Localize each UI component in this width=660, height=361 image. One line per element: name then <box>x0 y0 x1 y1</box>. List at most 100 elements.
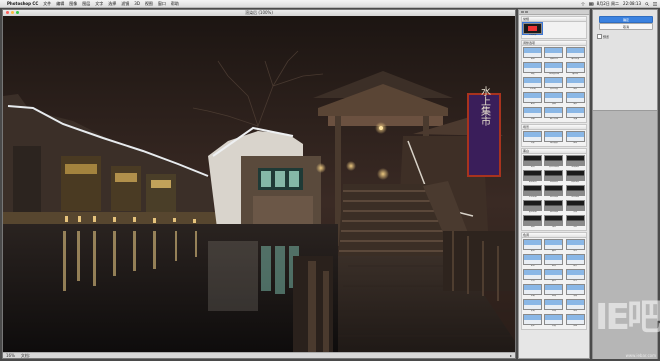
preset-tile[interactable]: 夕阳 <box>523 269 543 283</box>
ok-button[interactable]: 确定 <box>599 16 653 23</box>
menu-4[interactable]: 文字 <box>95 1 103 7</box>
preset-thumbnail[interactable] <box>565 77 585 88</box>
preset-tile[interactable]: 绿色滤镜 <box>565 185 585 199</box>
preset-thumbnail[interactable] <box>523 185 543 196</box>
preset-thumbnail[interactable] <box>565 239 585 250</box>
preset-thumbnail[interactable] <box>523 314 543 325</box>
preset-tile[interactable]: 蓝调 <box>544 284 564 298</box>
menu-5[interactable]: 选择 <box>108 1 116 7</box>
preset-thumbnail[interactable] <box>565 200 585 211</box>
search-icon[interactable] <box>645 1 649 6</box>
preset-tile[interactable]: 提亮 <box>523 47 543 61</box>
battery-icon[interactable] <box>588 2 594 6</box>
preset-tile[interactable]: 金色 <box>523 254 543 268</box>
preset-thumbnail[interactable] <box>544 269 564 280</box>
preset-thumbnail[interactable] <box>544 77 564 88</box>
preset-thumbnail[interactable] <box>565 155 585 166</box>
preset-tile[interactable]: 建筑 <box>565 131 585 145</box>
preset-tile[interactable]: 高调 <box>565 200 585 214</box>
preset-tile[interactable]: 青色 <box>523 239 543 253</box>
preset-thumbnail[interactable] <box>523 155 543 166</box>
status-arrow-icon[interactable]: ▸ <box>510 353 512 358</box>
preset-thumbnail[interactable] <box>544 107 564 118</box>
document-info[interactable]: 文档: <box>21 353 30 359</box>
preset-tile[interactable]: 红色滤镜 <box>523 185 543 199</box>
preset-thumbnail[interactable] <box>544 131 564 142</box>
zoom-level[interactable]: 16% <box>6 353 15 358</box>
preset-tile[interactable]: 风景 <box>523 131 543 145</box>
preset-tile[interactable]: 晨光 <box>544 269 564 283</box>
menu-2[interactable]: 图像 <box>69 1 77 7</box>
checkbox-box[interactable] <box>597 34 602 39</box>
preset-thumbnail[interactable] <box>523 215 543 226</box>
preset-thumbnail[interactable] <box>565 170 585 181</box>
menu-6[interactable]: 滤镜 <box>121 1 129 7</box>
date-text[interactable]: 8月2日 周二 <box>597 1 619 7</box>
preset-thumbnail[interactable] <box>523 254 543 265</box>
preset-thumbnail[interactable] <box>544 185 564 196</box>
minimize-window-button[interactable] <box>11 11 14 14</box>
preset-tile[interactable]: 复古 <box>523 92 543 106</box>
menu-0[interactable]: 文件 <box>43 1 51 7</box>
preset-thumbnail[interactable] <box>544 284 564 295</box>
preview-checkbox[interactable]: 预览 <box>597 34 609 39</box>
clock-text[interactable]: 22:08:13 <box>623 1 641 6</box>
preset-tile[interactable]: 经典黑白 <box>544 170 564 184</box>
preset-thumbnail[interactable] <box>544 62 564 73</box>
preset-tile[interactable]: 暗角 <box>523 215 543 229</box>
preset-tile[interactable]: 亮度 <box>523 62 543 76</box>
preset-thumbnail[interactable] <box>544 92 564 103</box>
preset-tile[interactable]: 深色 <box>544 215 564 229</box>
preset-thumbnail[interactable] <box>523 200 543 211</box>
preset-tile[interactable]: 冷色 <box>565 239 585 253</box>
preset-thumbnail[interactable] <box>565 314 585 325</box>
preset-tile[interactable]: 柔和黑白 <box>523 170 543 184</box>
collapse-icon[interactable] <box>521 11 524 13</box>
preset-thumbnail[interactable] <box>565 284 585 295</box>
preset-tile[interactable]: 清晰 <box>544 92 564 106</box>
preset-tile[interactable]: 颗粒黑白 <box>565 170 585 184</box>
preset-thumbnail[interactable] <box>544 200 564 211</box>
preset-tile[interactable]: 黑白 <box>565 77 585 91</box>
preset-thumbnail[interactable] <box>523 47 543 58</box>
preset-thumbnail[interactable] <box>565 185 585 196</box>
preset-thumbnail[interactable] <box>544 215 564 226</box>
preset-tile[interactable]: 冷色调 <box>523 77 543 91</box>
preset-thumbnail[interactable] <box>544 314 564 325</box>
preset-thumbnail[interactable] <box>523 170 543 181</box>
preset-thumbnail[interactable] <box>565 92 585 103</box>
preset-tile[interactable]: 饱和度增强 <box>544 62 564 76</box>
preset-thumbnail[interactable] <box>523 299 543 310</box>
wifi-icon[interactable] <box>580 2 585 6</box>
preset-thumbnail[interactable] <box>544 47 564 58</box>
preset-tile[interactable]: 高对比度 <box>544 77 564 91</box>
preset-tile[interactable]: 月光 <box>565 269 585 283</box>
close-window-button[interactable] <box>6 11 9 14</box>
preset-tile[interactable]: 霓虹 <box>565 314 585 328</box>
preset-tile[interactable]: 黑白 <box>523 155 543 169</box>
preset-tile[interactable]: 调整对比 <box>544 47 564 61</box>
preset-tile[interactable]: 城市夜景 <box>544 131 564 145</box>
preset-tile[interactable]: 降噪 <box>523 107 543 121</box>
menu-8[interactable]: 视图 <box>145 1 153 7</box>
preset-tile[interactable]: 低调黑白 <box>565 155 585 169</box>
preset-thumbnail[interactable] <box>523 92 543 103</box>
preset-thumbnail[interactable] <box>565 131 585 142</box>
preset-tile[interactable]: 薄荷 <box>565 284 585 298</box>
preset-thumbnail[interactable] <box>523 62 543 73</box>
preset-thumbnail[interactable] <box>544 254 564 265</box>
preset-tile[interactable]: 渐变 <box>565 107 585 121</box>
preset-tile[interactable]: 橙色滤镜 <box>544 200 564 214</box>
preset-thumbnail[interactable] <box>565 47 585 58</box>
preset-tile[interactable]: 琥珀 <box>565 299 585 313</box>
preset-tile[interactable]: 紫调 <box>523 299 543 313</box>
preset-thumbnail[interactable] <box>522 22 544 35</box>
preset-tile[interactable]: 复古 <box>544 254 564 268</box>
preset-thumbnail[interactable] <box>565 107 585 118</box>
preset-tile[interactable]: 柔和 <box>565 92 585 106</box>
preset-tile[interactable]: 高对比黑白 <box>544 155 564 169</box>
preset-tile[interactable]: 石板 <box>544 314 564 328</box>
preset-thumbnail[interactable] <box>544 170 564 181</box>
preset-thumbnail[interactable] <box>565 62 585 73</box>
preset-tile[interactable]: 细节增强 <box>544 107 564 121</box>
